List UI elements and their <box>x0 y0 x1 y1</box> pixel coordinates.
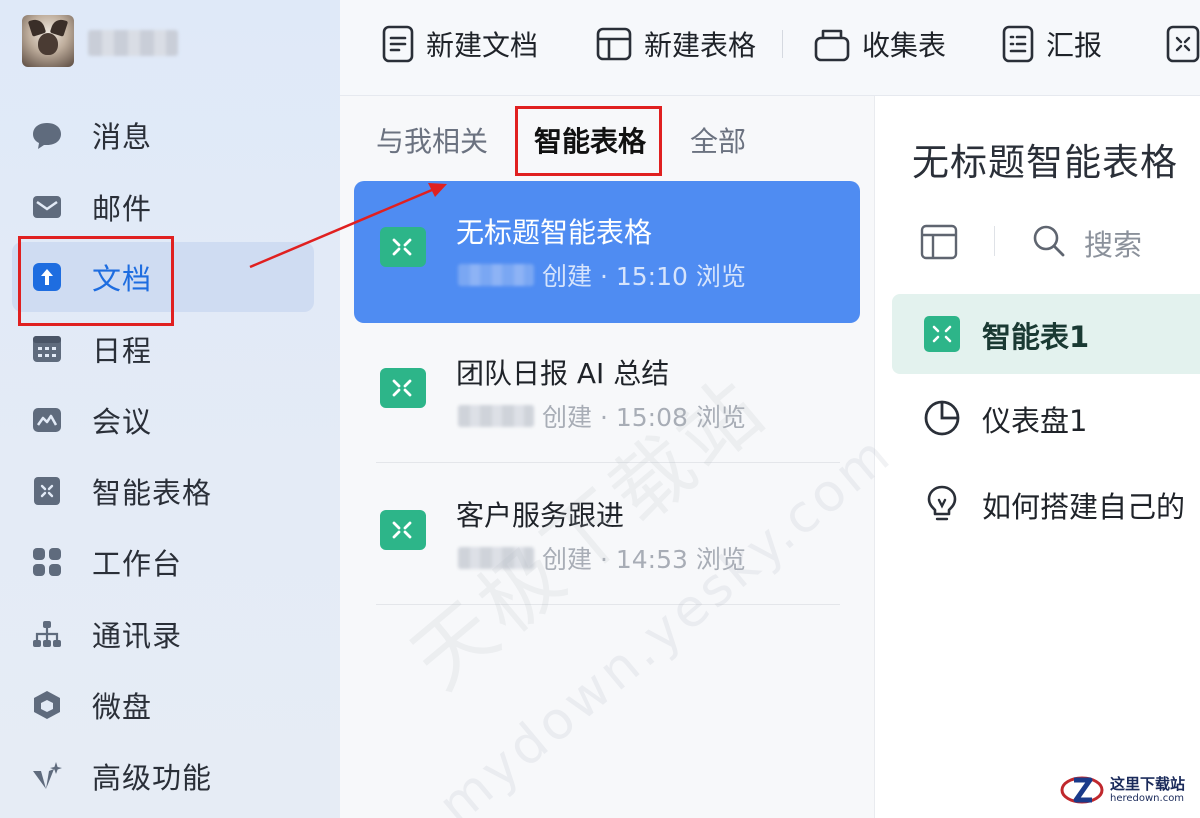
document-title: 团队日报 AI 总结 <box>456 357 670 390</box>
sidebar-item-label: 通讯录 <box>92 619 183 653</box>
new-document-label: 新建文档 <box>426 29 539 62</box>
toolbar-divider <box>782 30 783 58</box>
avatar-face <box>38 33 58 55</box>
document-list-item[interactable]: 客户服务跟进 创建 · 14:53 浏览 <box>354 464 860 606</box>
document-detail-title[interactable]: 无标题智能表格 <box>912 132 1178 186</box>
smart-sheet-toolbar-button[interactable] <box>1166 22 1200 66</box>
document-list-panel: 与我相关 智能表格 全部 无标题智能表格 创建 · 15:10 浏览 团队日报 … <box>340 96 875 818</box>
sidebar-item-label: 日程 <box>92 334 153 368</box>
document-title: 客户服务跟进 <box>456 499 625 532</box>
corner-logo-domain: heredown.com <box>1110 792 1185 804</box>
workbench-icon <box>30 545 64 579</box>
report-list-icon <box>1002 25 1034 63</box>
top-toolbar: 新建文档 新建表格 收集表 汇报 <box>340 0 1200 96</box>
sidebar-item-label: 会议 <box>92 405 153 439</box>
creator-name-redacted <box>458 547 534 569</box>
contacts-icon <box>30 617 64 651</box>
sidebar-item-cloud-drive[interactable]: 微盘 <box>12 670 314 740</box>
document-detail-panel: 无标题智能表格 搜索 智能表1 仪表盘1 如何搭建自己的 <box>876 96 1200 818</box>
inbox-tray-icon <box>814 29 850 62</box>
pie-chart-icon <box>924 400 960 436</box>
document-meta-text: 创建 · 15:10 浏览 <box>542 262 746 291</box>
toolbar-divider <box>994 226 995 256</box>
document-icon <box>30 260 64 294</box>
chat-bubble-icon <box>30 118 64 152</box>
list-divider <box>376 462 840 463</box>
sheet-item-guide[interactable]: 如何搭建自己的 <box>892 464 1200 544</box>
corner-logo: 这里下载站 heredown.com <box>1060 768 1196 812</box>
detail-toolbar: 搜索 <box>920 222 1200 262</box>
meeting-icon <box>30 403 64 437</box>
sheet-item-label: 如何搭建自己的 <box>982 490 1186 524</box>
creator-name-redacted <box>458 405 534 427</box>
username-redacted <box>88 30 178 56</box>
smart-sheet-file-icon <box>380 510 426 550</box>
sidebar-item-messages[interactable]: 消息 <box>12 100 314 170</box>
sidebar-item-label: 智能表格 <box>92 476 213 510</box>
sidebar: 消息 邮件 文档 日程 会议 智能表格 工作台 通讯录 微盘 高级功能 <box>0 0 340 818</box>
creator-name-redacted <box>458 264 534 286</box>
new-sheet-button[interactable]: 新建表格 <box>596 22 756 66</box>
document-meta-text: 创建 · 15:08 浏览 <box>542 403 746 432</box>
sidebar-item-docs[interactable]: 文档 <box>12 242 314 312</box>
report-label: 汇报 <box>1046 29 1103 62</box>
calendar-icon <box>30 332 64 366</box>
report-button[interactable]: 汇报 <box>1002 22 1102 66</box>
smart-sheet-icon <box>30 474 64 508</box>
sidebar-item-contacts[interactable]: 通讯录 <box>12 599 314 669</box>
corner-logo-text: 这里下载站 <box>1110 775 1186 794</box>
collect-form-label: 收集表 <box>862 29 947 62</box>
search-label[interactable]: 搜索 <box>1084 222 1142 264</box>
new-sheet-label: 新建表格 <box>644 29 757 62</box>
document-list-item[interactable]: 团队日报 AI 总结 创建 · 15:08 浏览 <box>354 322 860 464</box>
sidebar-item-label: 高级功能 <box>92 761 213 795</box>
sheet-item-label: 仪表盘1 <box>982 404 1088 438</box>
search-icon[interactable] <box>1032 224 1066 258</box>
sidebar-item-calendar[interactable]: 日程 <box>12 314 314 384</box>
document-meta: 创建 · 15:10 浏览 <box>458 257 746 293</box>
smart-sheet-icon <box>924 316 960 352</box>
list-divider <box>376 604 840 605</box>
smart-sheet-file-icon <box>380 227 426 267</box>
sparkle-icon <box>30 759 64 793</box>
sidebar-item-label: 工作台 <box>92 547 183 581</box>
document-meta-text: 创建 · 14:53 浏览 <box>542 545 746 574</box>
avatar[interactable] <box>22 15 74 67</box>
corner-logo-icon <box>1060 776 1104 804</box>
layout-panel-icon[interactable] <box>920 224 958 260</box>
tab-related-to-me[interactable]: 与我相关 <box>376 120 488 160</box>
document-meta: 创建 · 14:53 浏览 <box>458 540 746 576</box>
smart-sheet-file-icon <box>380 368 426 408</box>
sidebar-item-label: 邮件 <box>92 192 153 226</box>
tab-all[interactable]: 全部 <box>690 120 746 160</box>
sheet-item-label: 智能表1 <box>982 320 1090 354</box>
sidebar-item-label: 文档 <box>92 262 153 296</box>
document-outline-icon <box>382 25 414 63</box>
table-outline-icon <box>596 27 632 61</box>
cloud-drive-icon <box>30 688 64 722</box>
sheet-item-dashboard-1[interactable]: 仪表盘1 <box>892 378 1200 458</box>
sidebar-item-label: 微盘 <box>92 690 153 724</box>
document-list-item[interactable]: 无标题智能表格 创建 · 15:10 浏览 <box>354 181 860 323</box>
sidebar-item-smart-sheets[interactable]: 智能表格 <box>12 456 314 526</box>
mail-icon <box>30 190 64 224</box>
sheet-item-smart-sheet-1[interactable]: 智能表1 <box>892 294 1200 374</box>
sidebar-item-workbench[interactable]: 工作台 <box>12 527 314 597</box>
sidebar-item-meetings[interactable]: 会议 <box>12 385 314 455</box>
sidebar-item-label: 消息 <box>92 120 153 154</box>
lightbulb-icon <box>927 485 957 521</box>
new-document-button[interactable]: 新建文档 <box>382 22 538 66</box>
collect-form-button[interactable]: 收集表 <box>814 22 946 66</box>
sidebar-item-mail[interactable]: 邮件 <box>12 172 314 242</box>
smart-sheet-outline-icon <box>1166 25 1200 63</box>
sidebar-item-advanced[interactable]: 高级功能 <box>12 741 314 811</box>
document-meta: 创建 · 15:08 浏览 <box>458 398 746 434</box>
tab-smart-sheets[interactable]: 智能表格 <box>534 120 646 160</box>
document-title: 无标题智能表格 <box>456 216 653 249</box>
